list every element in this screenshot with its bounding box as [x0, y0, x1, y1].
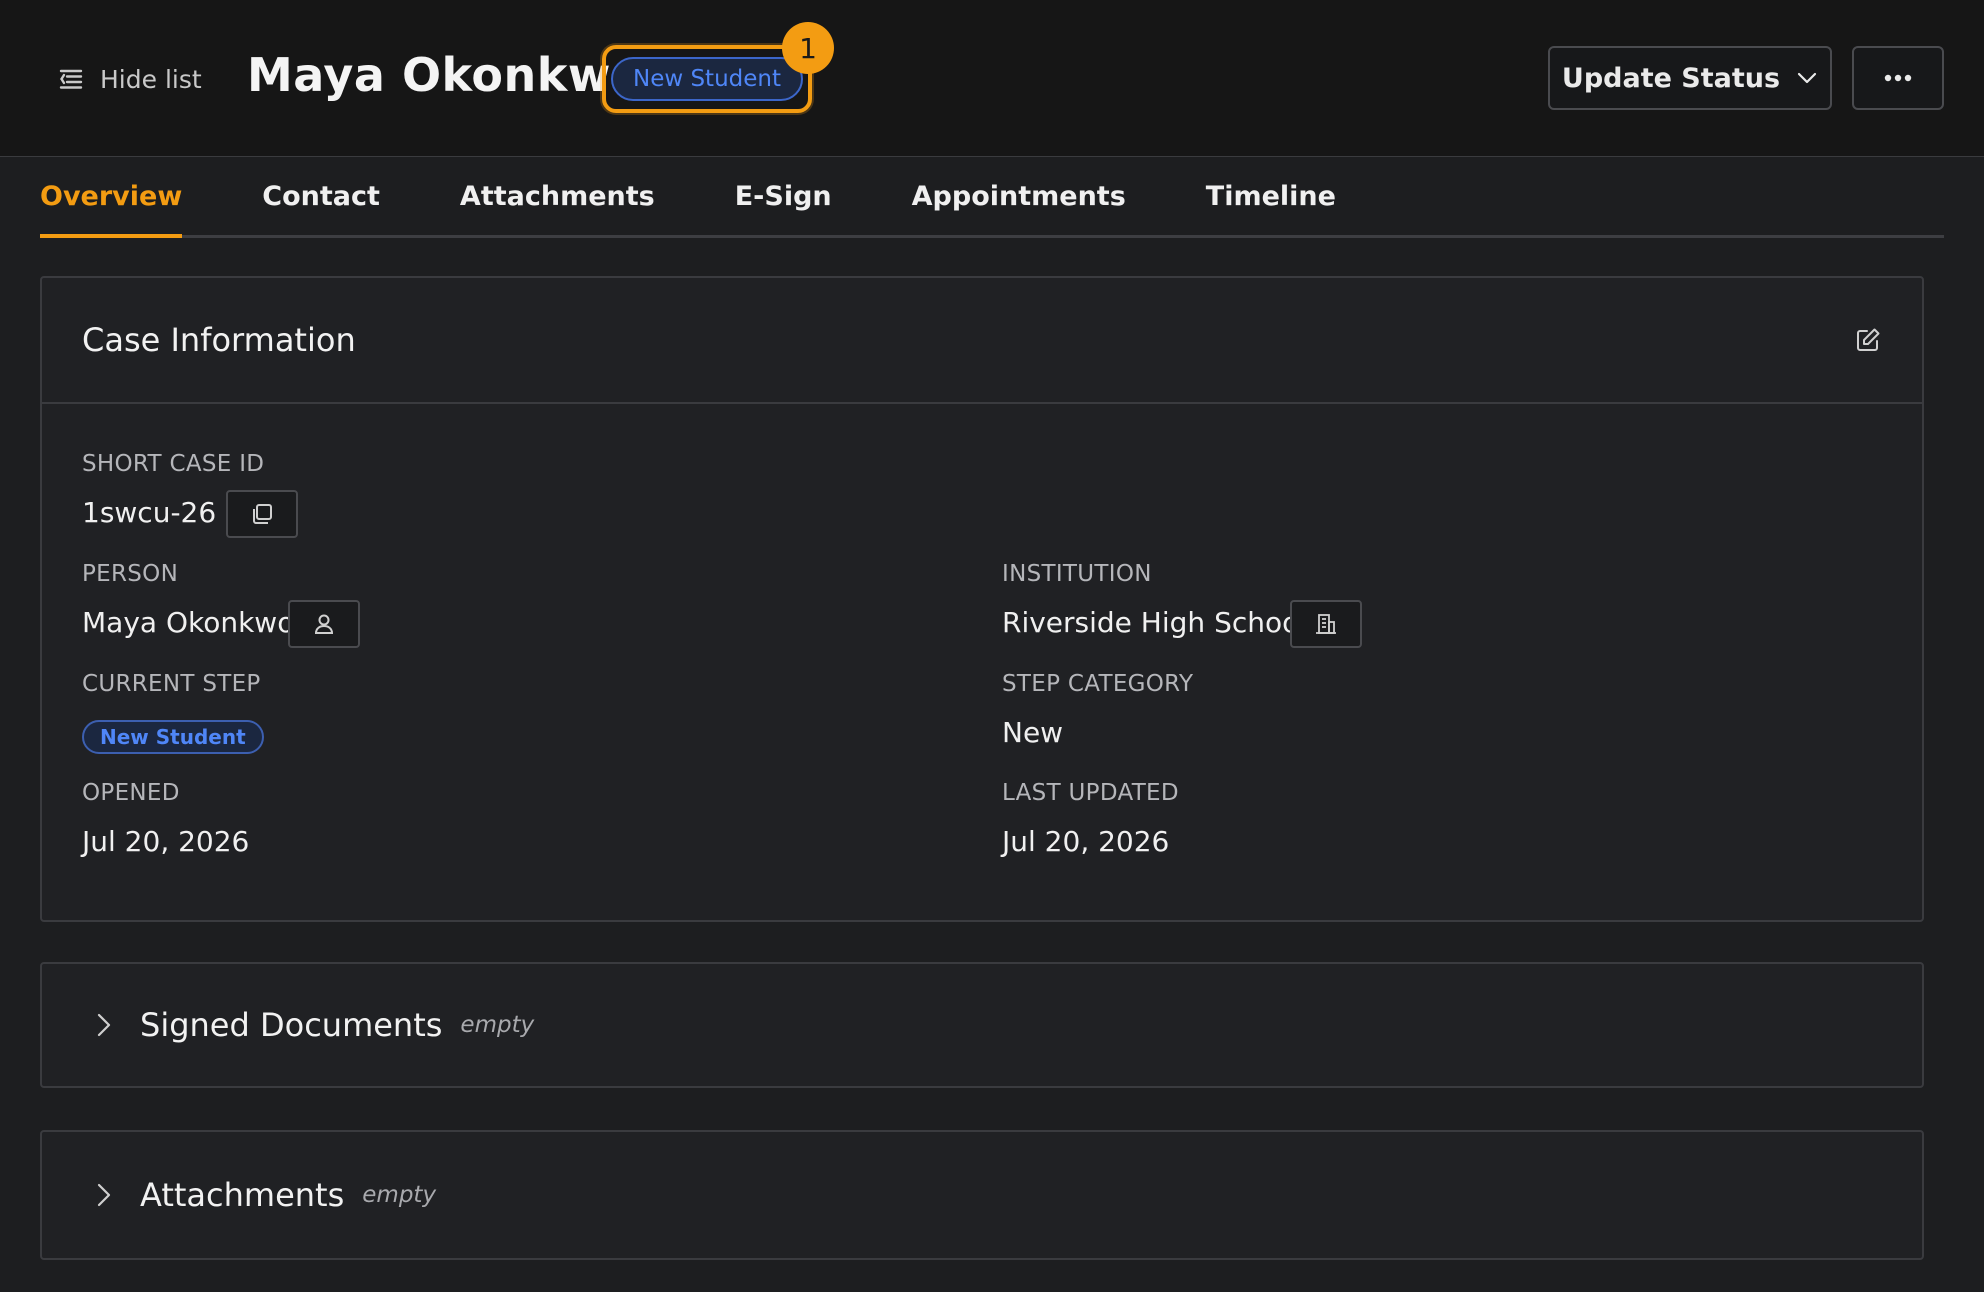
person-value: Maya Okonkwo	[82, 606, 295, 639]
tab-e-sign[interactable]: E-Sign	[735, 158, 832, 235]
tab-attachments[interactable]: Attachments	[460, 158, 655, 235]
signed-documents-empty-label: empty	[460, 1012, 535, 1038]
current-step-badge: New Student	[82, 720, 264, 754]
institution-value: Riverside High School	[1002, 606, 1308, 639]
status-badge-highlight[interactable]: New Student	[602, 45, 812, 113]
ellipsis-icon	[1884, 74, 1912, 82]
tab-contact[interactable]: Contact	[262, 158, 380, 235]
tab-timeline[interactable]: Timeline	[1206, 158, 1336, 235]
short-case-id-value: 1swcu-26	[82, 496, 217, 529]
institution-label: INSTITUTION	[1002, 561, 1152, 587]
opened-value: Jul 20, 2026	[82, 825, 250, 858]
copy-case-id-button[interactable]	[226, 490, 298, 538]
tab-bar: Overview Contact Attachments E-Sign Appo…	[40, 158, 1944, 238]
attachments-section[interactable]: Attachments empty	[40, 1130, 1924, 1260]
copy-icon	[253, 504, 272, 524]
chevron-down-icon	[1797, 72, 1817, 84]
update-status-button[interactable]: Update Status	[1548, 46, 1832, 110]
page-title: Maya Okonkwo	[247, 48, 643, 102]
signed-documents-title: Signed Documents	[140, 1006, 443, 1044]
tab-appointments[interactable]: Appointments	[912, 158, 1126, 235]
tab-overview[interactable]: Overview	[40, 158, 183, 238]
last-updated-label: LAST UPDATED	[1002, 780, 1179, 806]
view-person-button[interactable]	[288, 600, 360, 648]
current-step-label: CURRENT STEP	[82, 671, 261, 697]
step-category-label: STEP CATEGORY	[1002, 671, 1194, 697]
case-information-header: Case Information	[42, 278, 1922, 404]
hide-list-label: Hide list	[100, 64, 202, 94]
edit-icon[interactable]	[1854, 326, 1882, 354]
person-label: PERSON	[82, 561, 179, 587]
attachments-title: Attachments	[140, 1176, 345, 1214]
last-updated-value: Jul 20, 2026	[1002, 825, 1170, 858]
chevron-right-icon	[97, 1183, 111, 1207]
annotation-count-badge: 1	[782, 22, 834, 74]
step-category-value: New	[1002, 716, 1064, 749]
page: Hide list Maya Okonkwo New Student 1 Upd…	[0, 0, 1984, 1292]
update-status-label: Update Status	[1561, 62, 1781, 94]
opened-label: OPENED	[82, 780, 180, 806]
hide-list-button[interactable]: Hide list	[58, 60, 202, 98]
status-badge[interactable]: New Student	[610, 57, 804, 101]
building-icon	[1316, 614, 1336, 634]
more-options-button[interactable]	[1852, 46, 1944, 110]
chevron-right-icon	[97, 1013, 111, 1037]
header-bar: Hide list Maya Okonkwo New Student 1 Upd…	[0, 0, 1984, 157]
signed-documents-section[interactable]: Signed Documents empty	[40, 962, 1924, 1088]
short-case-id-label: SHORT CASE ID	[82, 451, 265, 477]
view-institution-button[interactable]	[1290, 600, 1362, 648]
case-information-title: Case Information	[82, 321, 356, 359]
attachments-empty-label: empty	[362, 1182, 437, 1208]
case-information-card: Case Information SHORT CASE ID 1swcu-26 …	[40, 276, 1924, 922]
list-collapse-icon	[59, 69, 83, 89]
user-icon	[314, 614, 334, 634]
